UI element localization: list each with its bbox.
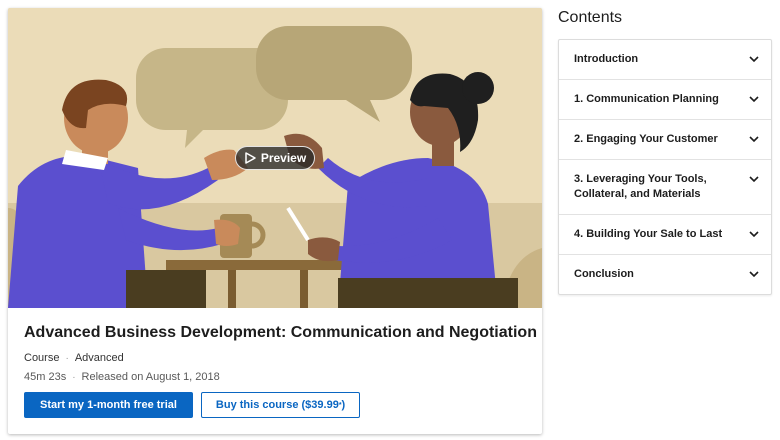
- toc-item-communication-planning[interactable]: 1. Communication Planning: [559, 80, 771, 120]
- toc-item-label: Introduction: [574, 53, 639, 65]
- toc-item-introduction[interactable]: Introduction: [559, 40, 771, 80]
- buy-course-label-end: ): [341, 399, 346, 411]
- course-level: Advanced: [74, 352, 124, 364]
- course-type: Course: [24, 352, 60, 364]
- separator-dot: ·: [65, 352, 69, 364]
- chevron-down-icon[interactable]: [749, 94, 759, 104]
- chevron-down-icon[interactable]: [749, 134, 759, 144]
- course-info: Advanced Business Development: Communica…: [24, 324, 537, 383]
- chevron-down-icon[interactable]: [749, 229, 759, 239]
- toc-item-building-sale[interactable]: 4. Building Your Sale to Last: [559, 215, 771, 255]
- course-duration: 45m 23s: [24, 371, 67, 383]
- course-meta: Course · Advanced: [24, 352, 526, 364]
- release-date: Released on August 1, 2018: [81, 371, 220, 383]
- chevron-down-icon[interactable]: [749, 54, 759, 64]
- separator-dot: ·: [72, 371, 76, 383]
- toc-item-conclusion[interactable]: Conclusion: [559, 255, 771, 294]
- course-actions: Start my 1-month free trial Buy this cou…: [24, 392, 361, 418]
- toc-item-label: Conclusion: [574, 268, 634, 280]
- contents-list: Introduction 1. Communication Planning 2…: [558, 39, 772, 295]
- start-free-trial-button[interactable]: Start my 1-month free trial: [24, 392, 193, 418]
- buy-course-label: Buy this course ($39.99: [215, 399, 339, 411]
- toc-item-leveraging-tools[interactable]: 3. Leveraging Your Tools, Collateral, an…: [559, 160, 771, 215]
- play-icon: [244, 152, 256, 164]
- toc-item-engaging-customer[interactable]: 2. Engaging Your Customer: [559, 120, 771, 160]
- toc-item-label: 4. Building Your Sale to Last: [574, 228, 723, 240]
- preview-button[interactable]: Preview: [235, 146, 315, 170]
- contents-heading: Contents: [558, 9, 623, 26]
- chevron-down-icon[interactable]: [749, 174, 759, 184]
- course-hero-illustration[interactable]: Preview: [8, 8, 542, 308]
- course-card: Preview Advanced Business Development: C…: [8, 8, 542, 434]
- chevron-down-icon[interactable]: [749, 269, 759, 279]
- toc-item-label: 2. Engaging Your Customer: [574, 133, 718, 145]
- buy-course-button[interactable]: Buy this course ($39.99 *): [200, 392, 361, 418]
- toc-item-label: 3. Leveraging Your Tools, Collateral, an…: [574, 173, 707, 200]
- course-title: Advanced Business Development: Communica…: [24, 324, 537, 341]
- preview-label: Preview: [260, 151, 307, 165]
- toc-item-label: 1. Communication Planning: [574, 93, 719, 105]
- course-stats: 45m 23s · Released on August 1, 2018: [24, 371, 526, 383]
